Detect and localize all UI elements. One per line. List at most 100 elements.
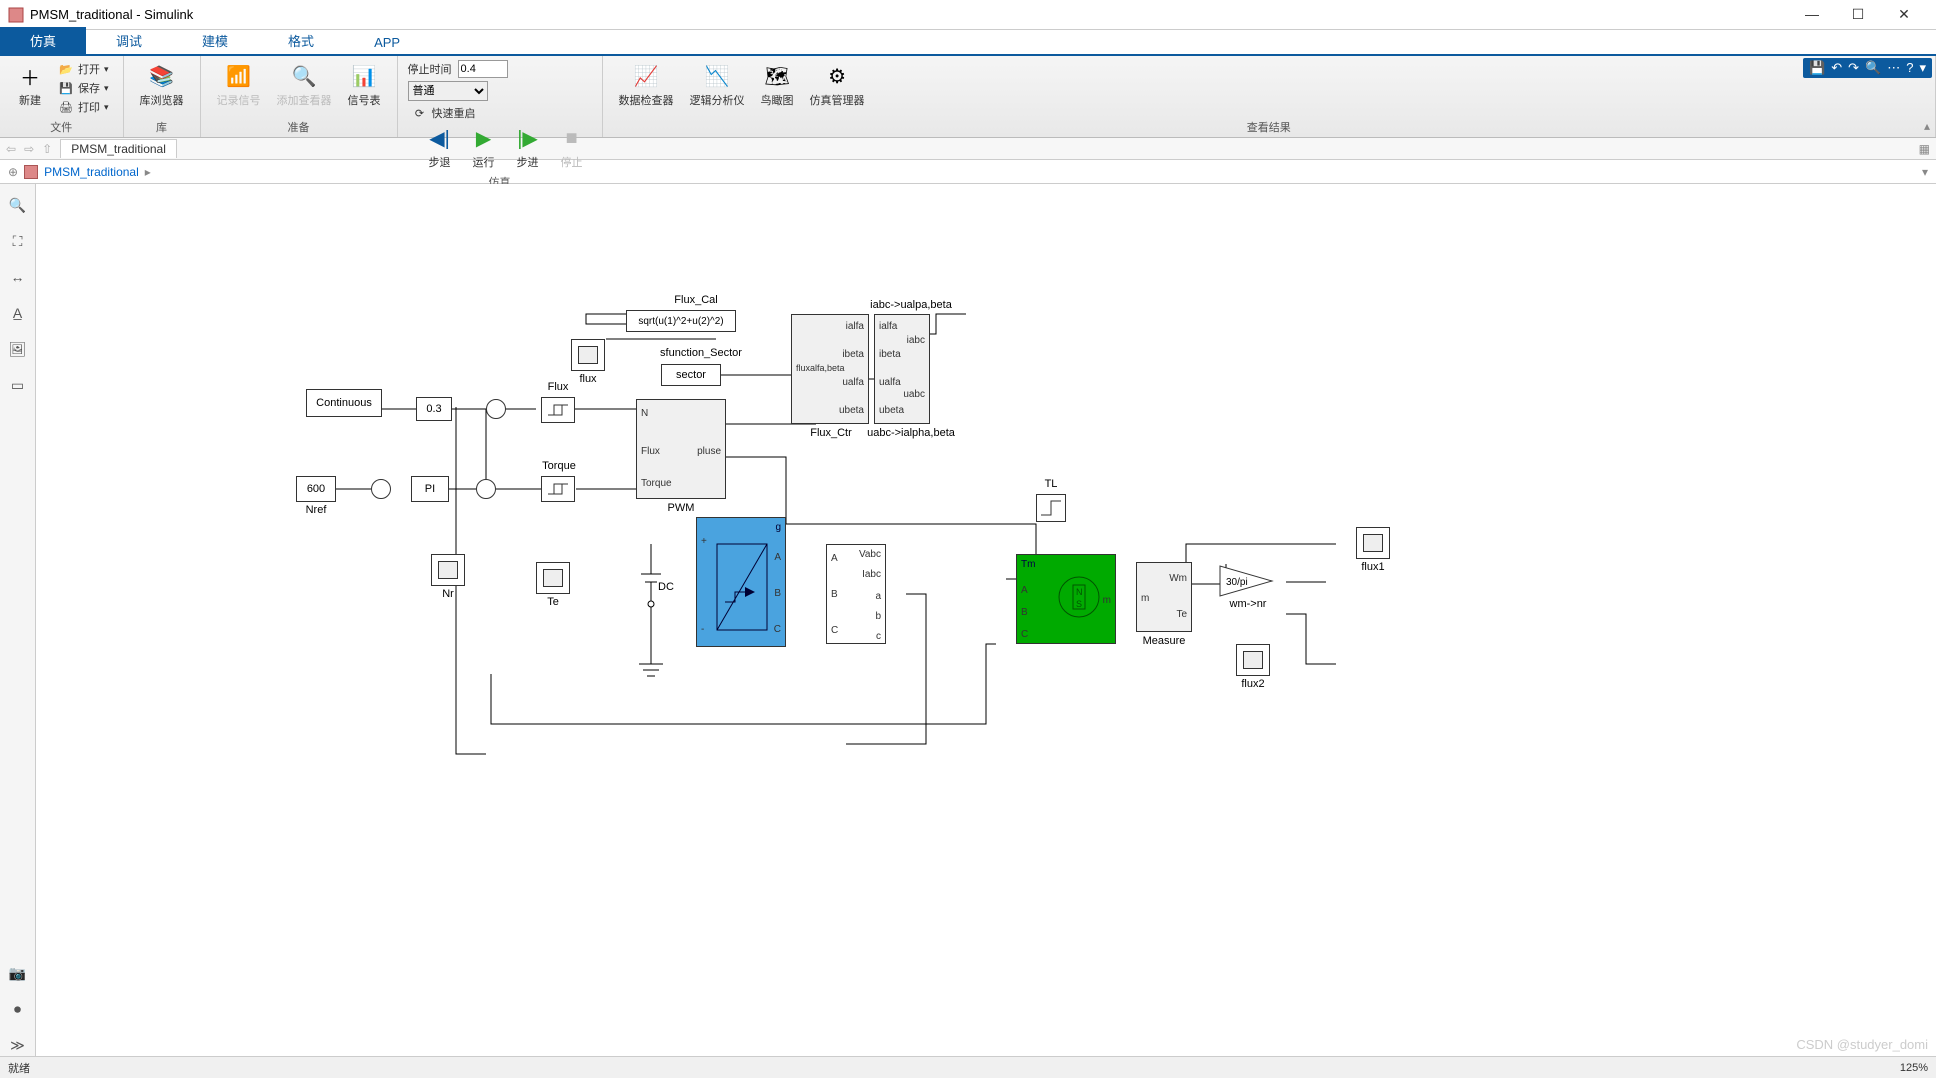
minimize-button[interactable]: — (1798, 6, 1826, 23)
hyst-flux-block[interactable] (541, 397, 575, 423)
tab-format[interactable]: 格式 (258, 27, 344, 54)
redo-icon[interactable]: ↷ (1848, 60, 1859, 76)
iabc-o2: ibeta (879, 349, 901, 360)
nav-up-icon[interactable]: ⇧ (42, 142, 52, 156)
save-quick-icon[interactable]: 💾 (1809, 60, 1825, 76)
pwm-block[interactable]: N Flux Torque pluse (636, 399, 726, 499)
stop-button[interactable]: ■停止 (552, 122, 592, 172)
step-fwd-button[interactable]: |▶步进 (508, 122, 548, 172)
data-inspector-button[interactable]: 📈数据检查器 (613, 60, 680, 110)
logic-analyzer-button[interactable]: 📉逻辑分析仪 (684, 60, 751, 110)
tl-step-block[interactable] (1036, 494, 1066, 522)
new-button[interactable]: ＋ 新建 (10, 60, 50, 110)
iabc-i2: uabc (903, 389, 925, 400)
tab-sim[interactable]: 仿真 (0, 27, 86, 54)
dc-source[interactable] (631, 544, 671, 697)
palette: 🔍 ⛶ ↔ A̲ 🖼 ▭ 📷 ⏺ ≫ (0, 184, 36, 1056)
ribbon-group-lib: 📚 库浏览器 库 (124, 56, 201, 137)
more-icon[interactable]: ⋯ (1887, 60, 1900, 76)
print-button[interactable]: 🖨打印▾ (54, 98, 113, 116)
tab-debug[interactable]: 调试 (86, 27, 172, 54)
svg-text:N: N (1076, 587, 1083, 597)
maximize-button[interactable]: ☐ (1844, 6, 1872, 23)
wires (36, 184, 1936, 1056)
nref-const-block[interactable]: 600 (296, 476, 336, 502)
restart-icon: ⟳ (412, 105, 428, 121)
tab-model[interactable]: 建模 (172, 27, 258, 54)
zoom-icon[interactable]: 🔍 (7, 194, 29, 216)
motor-block[interactable]: Tm A B C m NS (1016, 554, 1116, 644)
run-button[interactable]: ▶运行 (464, 122, 504, 172)
viewer-icon: 🔍 (290, 62, 318, 90)
fit-icon[interactable]: ⛶ (7, 230, 29, 252)
measure2-block[interactable]: m Wm Te (1136, 562, 1192, 632)
record-icon[interactable]: ⏺ (7, 998, 29, 1020)
save-button[interactable]: 💾保存▾ (54, 79, 113, 97)
pi-block[interactable]: PI (411, 476, 449, 502)
canvas[interactable]: Continuous 600 Nref 0.3 PI Flux Torque F (36, 184, 1936, 1056)
motor-b: B (1021, 607, 1028, 618)
fast-restart-button[interactable]: ⟳快速重启 (408, 104, 592, 122)
sum-flux[interactable] (486, 399, 506, 419)
mode-select[interactable]: 普通 (408, 81, 488, 101)
powergui-block[interactable]: Continuous (306, 389, 382, 417)
bc-expand-icon[interactable]: ⊕ (8, 165, 18, 179)
tab-app[interactable]: APP (344, 31, 430, 54)
nav-fwd-icon[interactable]: ⇨ (24, 142, 34, 156)
fluxctr-block[interactable]: fluxalfa,beta ialfa ibeta ualfa ubeta (791, 314, 869, 424)
results-group-label: 查看结果 (613, 117, 1925, 135)
sum-speed[interactable] (371, 479, 391, 499)
fluxcal-block[interactable]: sqrt(u(1)^2+u(2)^2) (626, 310, 736, 332)
scope-te[interactable] (536, 562, 570, 594)
blank-icon[interactable]: ▭ (7, 374, 29, 396)
fluxctr-o1: ialfa (846, 321, 864, 332)
meas-B: B (831, 589, 838, 600)
const03-block[interactable]: 0.3 (416, 397, 452, 421)
text-icon[interactable]: A̲ (7, 302, 29, 324)
log-signal-button[interactable]: 📶记录信号 (211, 60, 267, 110)
sector-block[interactable]: sector (661, 364, 721, 386)
gain-block[interactable]: 30/pi (1218, 564, 1274, 601)
dc-label: DC (658, 581, 674, 593)
screenshot-icon[interactable]: 📷 (7, 962, 29, 984)
stoptime-input[interactable] (458, 60, 508, 78)
open-button[interactable]: 📂打开▾ (54, 60, 113, 78)
dropdown-icon[interactable]: ▾ (1919, 60, 1926, 76)
bird-view-button[interactable]: 🗺鸟瞰图 (755, 60, 800, 110)
meas-block[interactable]: A B C Vabc Iabc a b c (826, 544, 886, 644)
ribbon-expand-icon[interactable]: ▴ (1924, 119, 1930, 133)
image-icon[interactable]: 🖼 (7, 338, 29, 360)
iabc-o4: ubeta (879, 405, 904, 416)
search-icon[interactable]: 🔍 (1865, 60, 1881, 76)
iabc-block[interactable]: ialfa ibeta ualfa ubeta iabc uabc (874, 314, 930, 424)
add-viewer-button[interactable]: 🔍添加查看器 (271, 60, 338, 110)
help-icon[interactable]: ? (1906, 60, 1913, 76)
model-tab[interactable]: PMSM_traditional (60, 139, 177, 158)
bc-root[interactable]: PMSM_traditional (44, 165, 139, 179)
pwm-n-port: N (641, 408, 648, 419)
bc-sep-icon: ▸ (145, 165, 151, 179)
nav-back-icon[interactable]: ⇦ (6, 142, 16, 156)
arrows-icon[interactable]: ↔ (7, 266, 29, 288)
step-back-button[interactable]: ◀|步退 (420, 122, 460, 172)
bc-dropdown-icon[interactable]: ▾ (1922, 165, 1928, 179)
scope-nr[interactable] (431, 554, 465, 586)
pin-icon[interactable]: ≫ (7, 1034, 29, 1056)
close-button[interactable]: ✕ (1890, 6, 1918, 23)
lib-browser-button[interactable]: 📚 库浏览器 (134, 60, 190, 110)
sum-torque[interactable] (476, 479, 496, 499)
sim-manager-button[interactable]: ⚙仿真管理器 (804, 60, 871, 110)
logic-label: 逻辑分析仪 (690, 92, 745, 108)
hyst-torque-block[interactable] (541, 476, 575, 502)
inverter-block[interactable]: g A B C + - (696, 517, 786, 647)
meas-iabc: Iabc (862, 569, 881, 580)
signal-table-button[interactable]: 📊信号表 (342, 60, 387, 110)
scope-flux2[interactable] (1236, 644, 1270, 676)
nav-menu-icon[interactable]: ▦ (1919, 142, 1930, 156)
scope-flux[interactable] (571, 339, 605, 371)
uabc-title: uabc->ialpha,beta (856, 427, 966, 439)
undo-icon[interactable]: ↶ (1831, 60, 1842, 76)
m2-wm: Wm (1169, 573, 1187, 584)
scope-flux1[interactable] (1356, 527, 1390, 559)
open-label: 打开 (78, 61, 100, 77)
